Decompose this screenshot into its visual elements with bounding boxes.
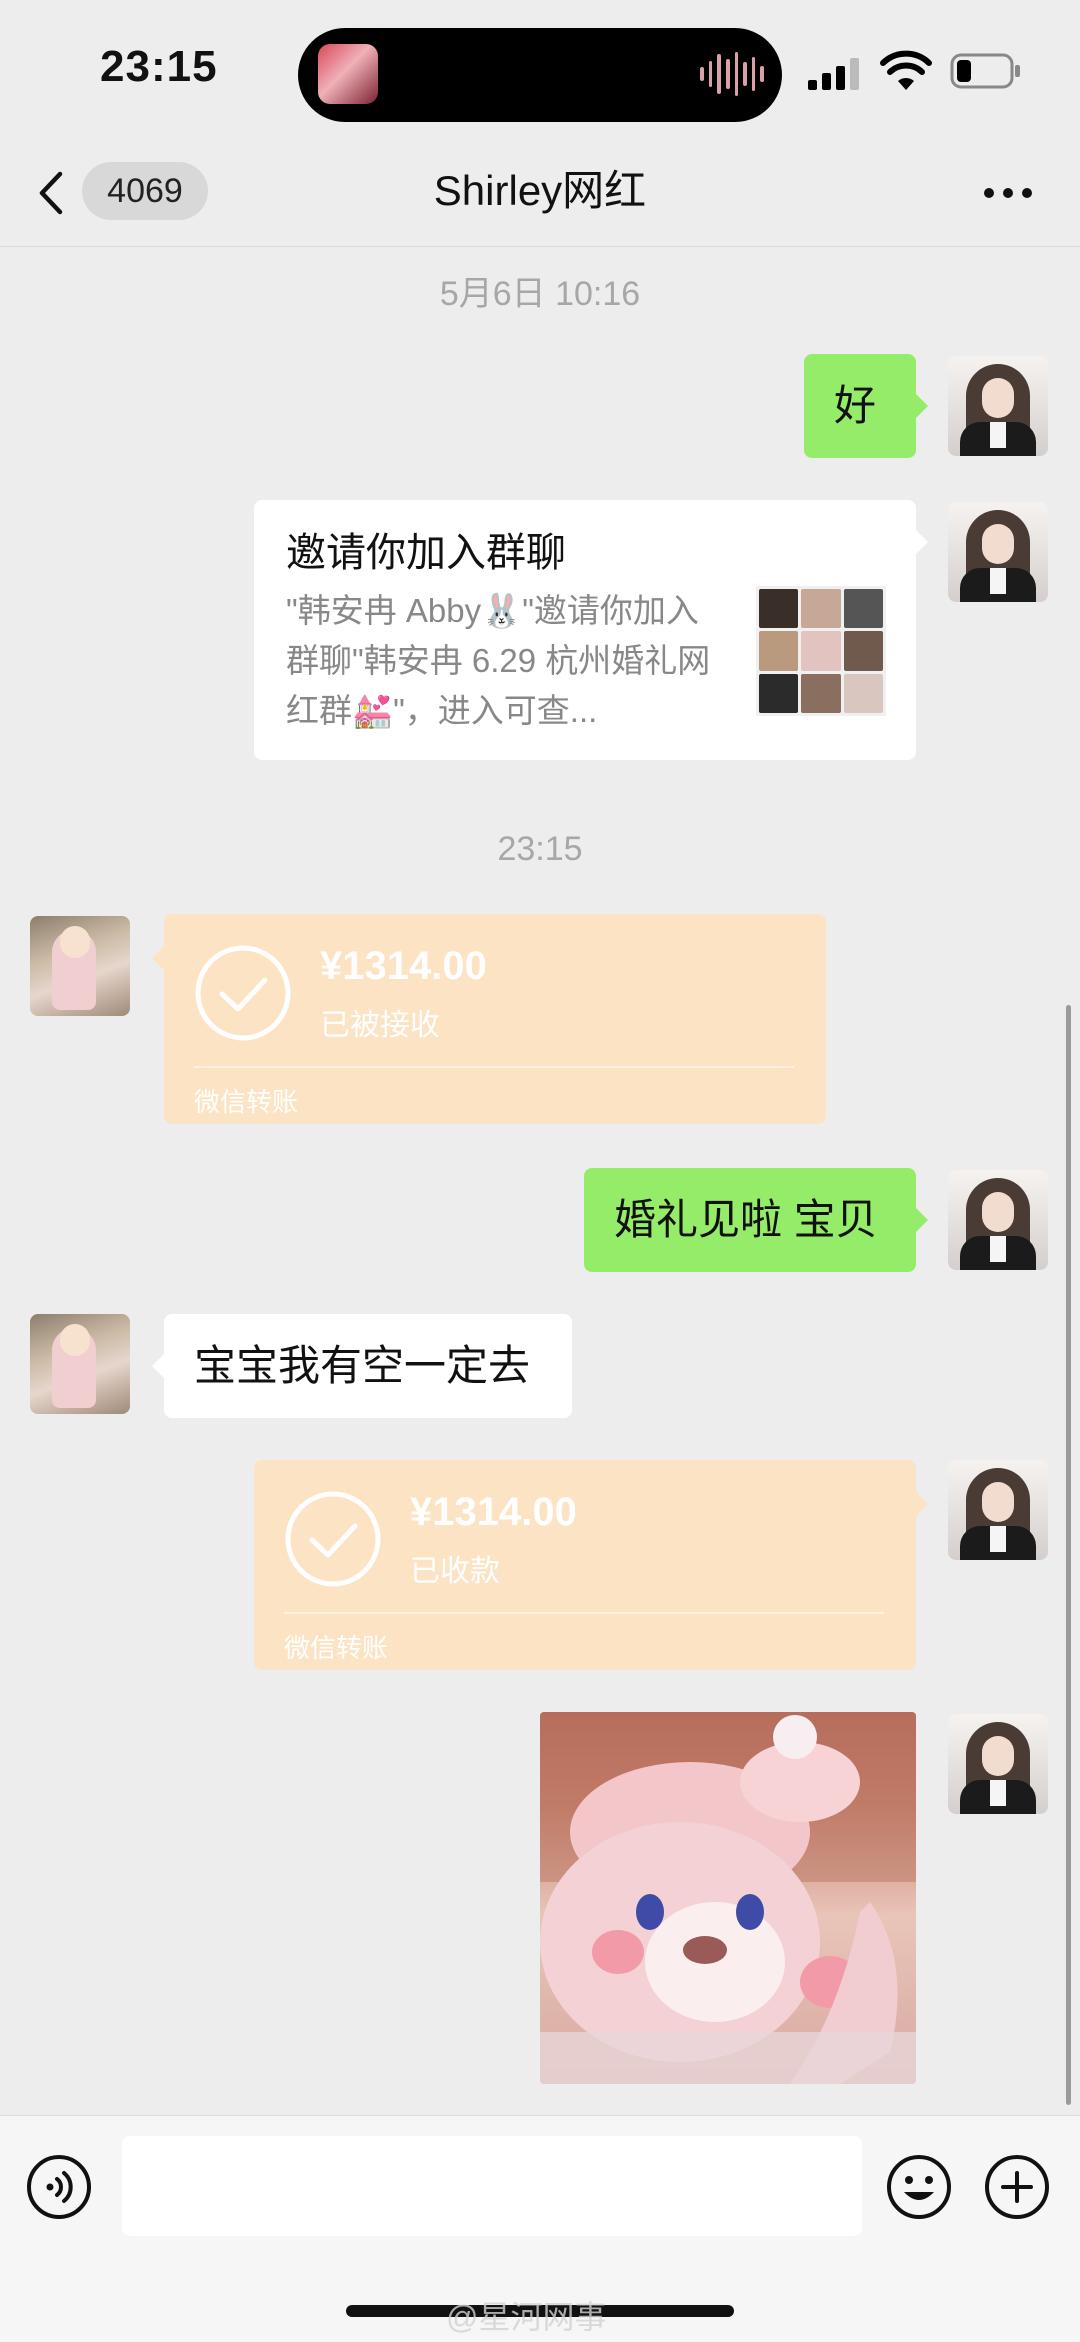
- group-avatar-grid: [756, 586, 886, 716]
- pink-bunny-sticker[interactable]: [540, 1712, 916, 2084]
- plus-icon[interactable]: [984, 2154, 1050, 2220]
- message-text: 婚礼见啦 宝贝: [614, 1196, 878, 1243]
- transfer-status: 已收款: [410, 1555, 500, 1588]
- chat-title: Shirley网红: [433, 167, 647, 214]
- transfer-divider: [194, 1066, 794, 1068]
- bubble-tail: [916, 1208, 928, 1232]
- check-circle-icon: [195, 945, 291, 1041]
- avatar[interactable]: [948, 1460, 1048, 1560]
- avatar[interactable]: [948, 1170, 1048, 1270]
- bubble-tail: [916, 1492, 928, 1516]
- avatar[interactable]: [30, 916, 130, 1016]
- bubble-tail: [152, 946, 164, 970]
- bubble-tail: [916, 530, 928, 554]
- unread-count-badge[interactable]: 4069: [82, 162, 208, 220]
- invite-title: 邀请你加入群聊: [286, 531, 566, 575]
- chevron-left-icon[interactable]: [36, 170, 66, 216]
- transfer-amount: ¥1314.00: [320, 944, 487, 988]
- bubble-tail: [916, 394, 928, 418]
- status-time: 23:15: [100, 42, 218, 91]
- transfer-divider: [284, 1612, 884, 1614]
- timestamp: 23:15: [497, 830, 583, 868]
- ellipsis-icon[interactable]: [982, 186, 1034, 200]
- message-bubble[interactable]: 婚礼见啦 宝贝: [584, 1168, 916, 1272]
- transfer-status: 已被接收: [320, 1009, 440, 1042]
- scrollbar[interactable]: [1066, 1005, 1071, 2105]
- header-divider: [0, 246, 1080, 247]
- transfer-card[interactable]: ¥1314.00 已收款 微信转账: [254, 1460, 916, 1670]
- transfer-card[interactable]: ¥1314.00 已被接收 微信转账: [164, 914, 826, 1124]
- battery-icon: [950, 53, 1020, 89]
- message-bubble[interactable]: 宝宝我有空一定去: [164, 1314, 572, 1418]
- bubble-tail: [152, 1354, 164, 1378]
- smiley-icon[interactable]: [886, 2154, 952, 2220]
- avatar[interactable]: [948, 502, 1048, 602]
- cellular-signal-icon: [808, 58, 864, 90]
- now-playing-thumbnail: [318, 44, 378, 104]
- message-text: 宝宝我有空一定去: [194, 1342, 531, 1389]
- audio-waveform-icon: [700, 52, 764, 96]
- avatar[interactable]: [948, 1714, 1048, 1814]
- timestamp: 5月6日 10:16: [439, 275, 641, 313]
- transfer-footer: 微信转账: [194, 1087, 299, 1117]
- invite-description: "韩安冉 Abby🐰"邀请你加入群聊"韩安冉 6.29 杭州婚礼网红群💒"，进入…: [286, 592, 711, 729]
- voice-icon[interactable]: [26, 2154, 92, 2220]
- transfer-amount: ¥1314.00: [410, 1490, 577, 1534]
- avatar[interactable]: [30, 1314, 130, 1414]
- message-bubble[interactable]: 好: [804, 354, 916, 458]
- bunny-illustration: [540, 1712, 916, 2084]
- wifi-icon: [880, 50, 932, 90]
- avatar[interactable]: [948, 356, 1048, 456]
- check-circle-icon: [285, 1491, 381, 1587]
- message-text: 好: [834, 382, 877, 429]
- watermark: @星河网事: [446, 2299, 607, 2335]
- transfer-footer: 微信转账: [284, 1633, 389, 1663]
- message-input[interactable]: [122, 2136, 862, 2236]
